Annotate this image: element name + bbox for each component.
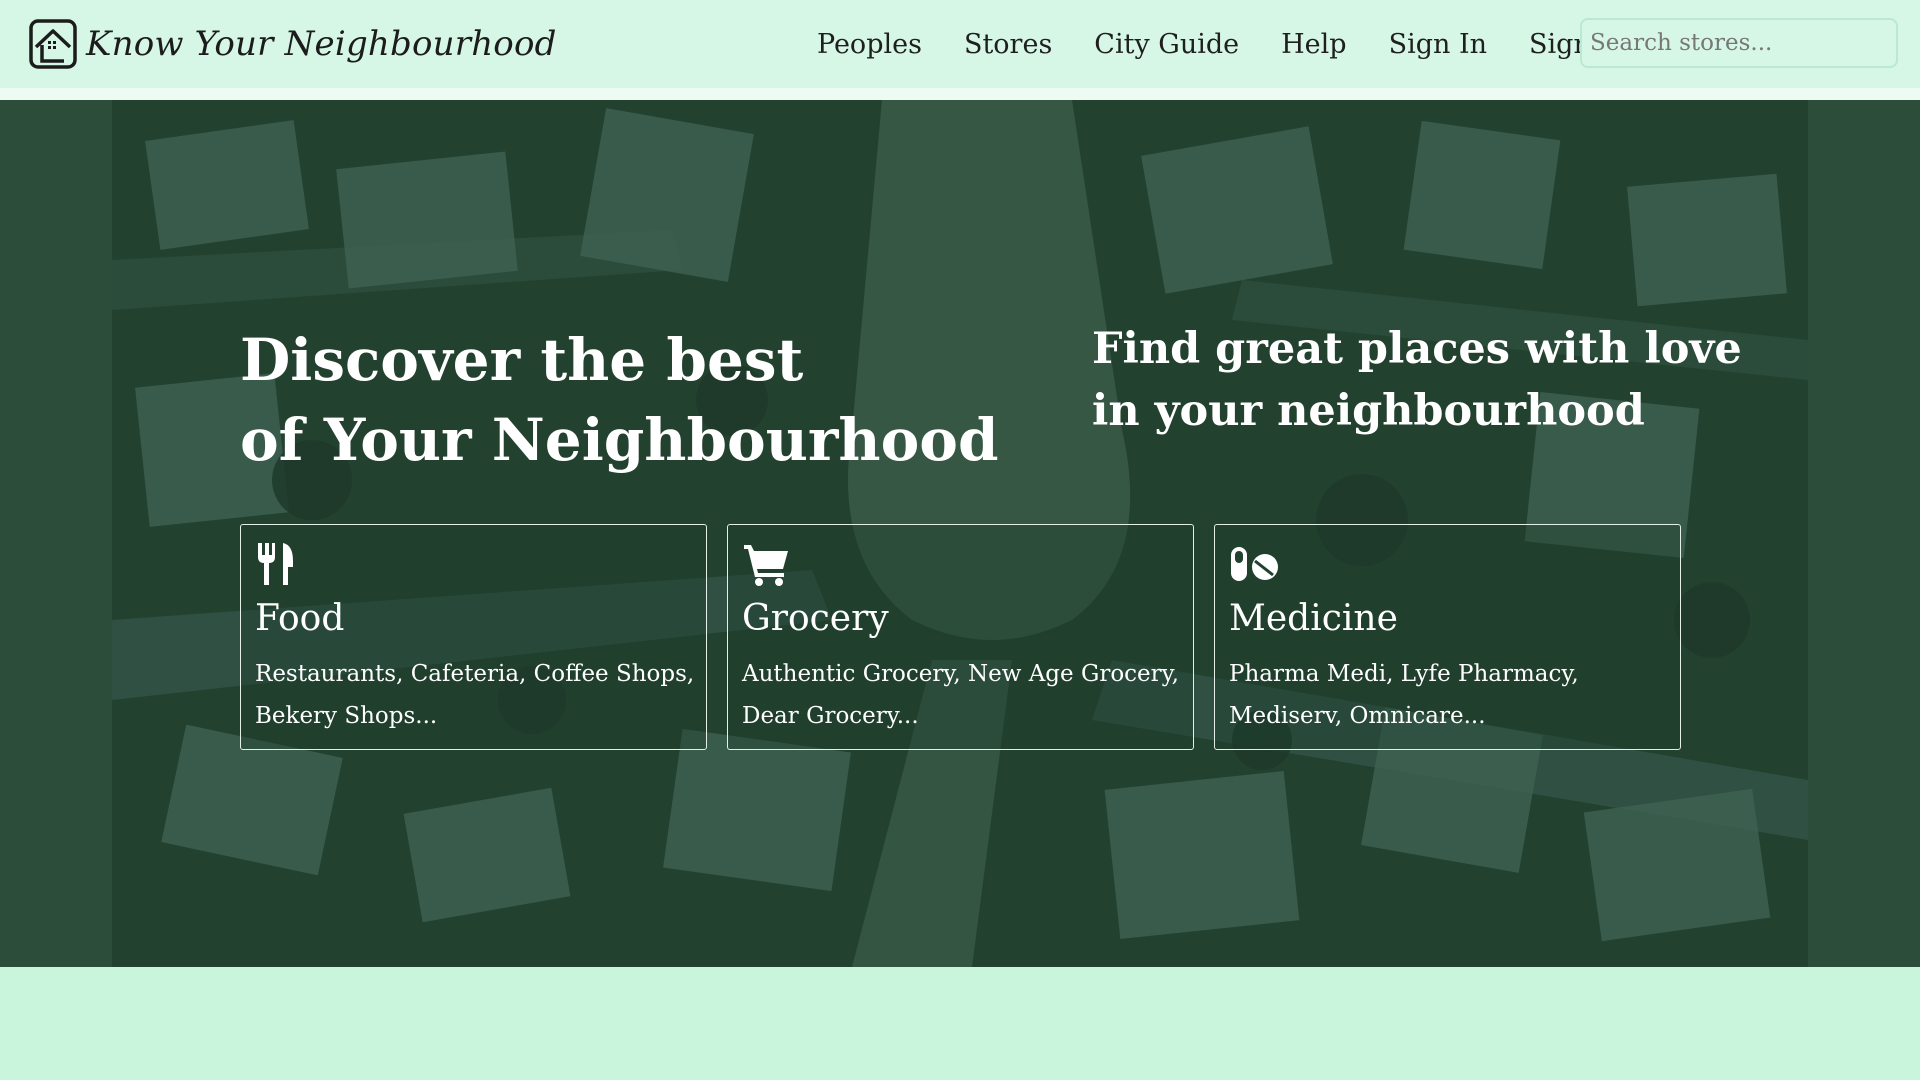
- hero-title: Discover the best of Your Neighbourhood: [240, 320, 1000, 480]
- nav-link-sign-in[interactable]: Sign In: [1389, 29, 1487, 60]
- card-title: Medicine: [1229, 598, 1398, 639]
- search-input[interactable]: [1580, 18, 1898, 68]
- hero-title-line-1: Discover the best: [240, 326, 804, 394]
- brand-name: Know Your Neighbourhood: [86, 24, 557, 64]
- shopping-cart-icon: [742, 541, 1179, 587]
- category-cards: Food Restaurants, Cafeteria, Coffee Shop…: [240, 524, 1681, 750]
- hero-tagline: Find great places with love in your neig…: [1092, 318, 1742, 442]
- hero-tagline-line-2: in your neighbourhood: [1092, 386, 1645, 436]
- card-desc: Pharma Medi, Lyfe Pharmacy, Mediserv, Om…: [1229, 653, 1666, 737]
- category-card-medicine[interactable]: Medicine Pharma Medi, Lyfe Pharmacy, Med…: [1214, 524, 1681, 750]
- card-desc-line-2: Mediserv, Omnicare...: [1229, 703, 1486, 729]
- category-card-food[interactable]: Food Restaurants, Cafeteria, Coffee Shop…: [240, 524, 707, 750]
- card-desc-line-1: Restaurants, Cafeteria, Coffee Shops,: [255, 661, 695, 687]
- nav-link-stores[interactable]: Stores: [964, 29, 1052, 60]
- nav-link-city-guide[interactable]: City Guide: [1094, 29, 1239, 60]
- house-outline-icon: [28, 16, 78, 72]
- card-desc: Restaurants, Cafeteria, Coffee Shops, Be…: [255, 653, 695, 737]
- category-card-grocery[interactable]: Grocery Authentic Grocery, New Age Groce…: [727, 524, 1194, 750]
- card-desc: Authentic Grocery, New Age Grocery, Dear…: [742, 653, 1179, 737]
- card-desc-line-1: Pharma Medi, Lyfe Pharmacy,: [1229, 661, 1579, 687]
- card-desc-line-2: Dear Grocery...: [742, 703, 919, 729]
- top-navbar: Know Your Neighbourhood Peoples Stores C…: [0, 0, 1920, 88]
- navbar-divider: [0, 88, 1920, 100]
- card-title: Food: [255, 598, 345, 639]
- hero-title-line-2: of Your Neighbourhood: [240, 406, 999, 474]
- hero-tagline-line-1: Find great places with love: [1092, 324, 1742, 374]
- nav-links: Peoples Stores City Guide Help Sign In S…: [817, 0, 1639, 88]
- fork-knife-icon: [255, 541, 692, 587]
- pills-icon: [1229, 541, 1666, 587]
- card-desc-line-1: Authentic Grocery, New Age Grocery,: [742, 661, 1179, 687]
- card-title: Grocery: [742, 598, 889, 639]
- nav-link-peoples[interactable]: Peoples: [817, 29, 922, 60]
- card-desc-line-2: Bekery Shops...: [255, 703, 438, 729]
- brand[interactable]: Know Your Neighbourhood: [28, 16, 557, 72]
- nav-link-help[interactable]: Help: [1281, 29, 1346, 60]
